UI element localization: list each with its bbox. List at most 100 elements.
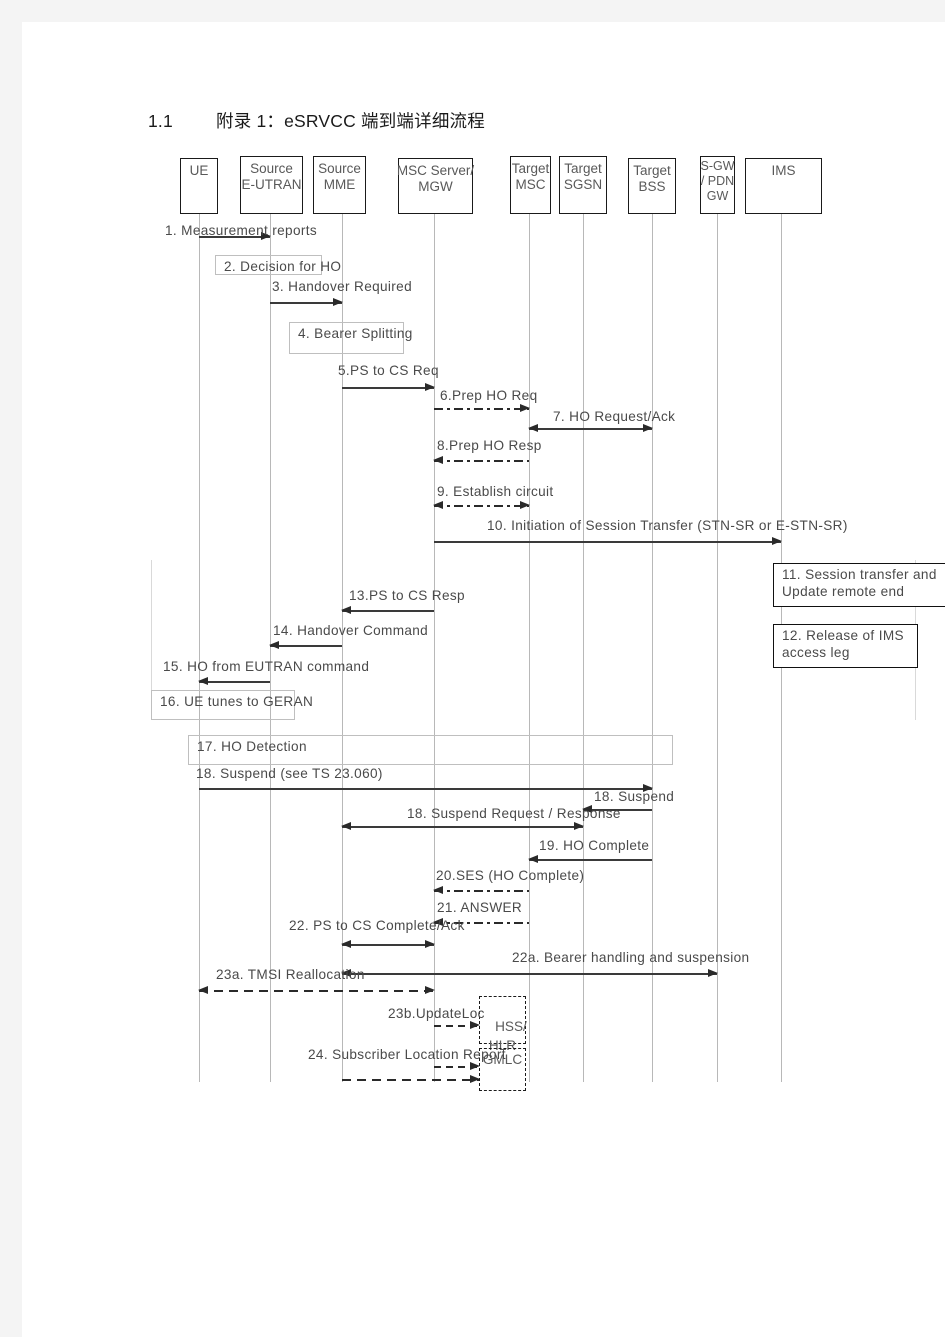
heading-title: 附录 1：eSRVCC 端到端详细流程	[216, 111, 485, 131]
message-label-5: 5.PS to CS Req	[338, 363, 439, 378]
message-label-22a: 22a. Bearer handling and suspension	[512, 950, 750, 965]
message-label-23a: 23a. TMSI Reallocation	[216, 967, 365, 982]
actor-source-eutran-label: Source E-UTRAN	[241, 161, 302, 192]
message-arrow-14	[269, 641, 342, 650]
message-label-7: 7. HO Request/Ack	[553, 409, 676, 424]
message-label-3: 3. Handover Required	[272, 279, 412, 294]
arrowhead-left-icon	[269, 641, 279, 649]
note-4: 4. Bearer Splitting	[289, 322, 412, 354]
message-arrow-7	[528, 424, 653, 433]
actor-msc-server-mgw-label: MSC Server/ MGW	[396, 163, 475, 194]
actor-ims[interactable]: IMS	[745, 158, 822, 214]
arrowhead-right-icon	[425, 940, 435, 948]
message-arrow-18a	[199, 784, 653, 793]
message-label-10: 10. Initiation of Session Transfer (STN-…	[487, 518, 848, 533]
message-label-18c: 18. Suspend Request / Response	[407, 806, 621, 821]
arrowhead-left-icon	[341, 606, 351, 614]
actor-source-mme-label: Source MME	[318, 161, 361, 192]
arrowhead-right-icon	[520, 404, 530, 412]
actor-target-msc[interactable]: Target MSC	[510, 156, 551, 214]
actor-source-mme[interactable]: Source MME	[313, 156, 366, 214]
note-17-label: 17. HO Detection	[197, 739, 307, 754]
message-arrow-24-lower	[342, 1075, 480, 1084]
arrowhead-right-icon	[708, 969, 718, 977]
document-page: 1.1 附录 1：eSRVCC 端到端详细流程 UE Source E-UTRAN…	[0, 0, 945, 1337]
diagram-canvas: 1.1 附录 1：eSRVCC 端到端详细流程 UE Source E-UTRAN…	[22, 22, 945, 1337]
actor-source-eutran[interactable]: Source E-UTRAN	[240, 156, 303, 214]
arrowhead-right-icon	[574, 822, 584, 830]
message-arrow-8	[433, 456, 529, 465]
arrowhead-left-icon	[528, 855, 538, 863]
arrowhead-left-icon	[433, 501, 443, 509]
message-label-24: 24. Subscriber Location Report	[308, 1047, 506, 1062]
arrowhead-right-icon	[425, 383, 435, 391]
actor-sgw-pdngw[interactable]: S-GW / PDN GW	[700, 156, 735, 214]
message-label-13: 13.PS to CS Resp	[349, 588, 465, 603]
actor-ue[interactable]: UE	[180, 158, 218, 214]
message-label-18b: 18. Suspend	[594, 789, 675, 804]
message-label-20: 20.SES (HO Complete)	[436, 868, 585, 883]
arrowhead-left-icon	[433, 456, 443, 464]
actor-target-sgsn[interactable]: Target SGSN	[559, 156, 607, 214]
note-12-label: 12. Release of IMS access leg	[782, 628, 904, 660]
note-4-label: 4. Bearer Splitting	[298, 326, 413, 341]
message-label-14: 14. Handover Command	[273, 623, 429, 638]
page-heading: 1.1 附录 1：eSRVCC 端到端详细流程	[148, 108, 485, 133]
message-arrow-19	[528, 855, 652, 864]
actor-target-bss-label: Target BSS	[633, 163, 671, 194]
actor-msc-server-mgw[interactable]: MSC Server/ MGW	[396, 158, 475, 214]
note-2-label: 2. Decision for HO	[224, 259, 342, 274]
actor-target-sgsn-label: Target SGSN	[563, 161, 603, 192]
message-label-18a: 18. Suspend (see TS 23.060)	[196, 766, 383, 781]
message-arrow-18c	[341, 822, 584, 831]
message-label-8: 8.Prep HO Resp	[437, 438, 542, 453]
message-label-6: 6.Prep HO Req	[440, 388, 538, 403]
message-arrow-5	[342, 383, 435, 392]
note-11-label: 11. Session transfer and Update remote e…	[782, 567, 937, 599]
message-arrow-24-upper	[434, 1062, 480, 1071]
message-arrow-23a	[198, 986, 435, 995]
message-label-23b: 23b.UpdateLoc	[388, 1006, 485, 1021]
message-label-21: 21. ANSWER	[437, 900, 523, 915]
arrowhead-right-icon	[520, 501, 530, 509]
message-label-1: 1. Measurement reports	[165, 223, 318, 238]
message-arrow-22	[341, 940, 435, 949]
arrowhead-left-icon	[341, 822, 351, 830]
arrowhead-left-icon	[528, 424, 538, 432]
message-arrow-3	[270, 298, 343, 307]
note-17: 17. HO Detection	[188, 735, 673, 765]
message-arrow-15	[198, 677, 270, 686]
message-arrow-20	[433, 886, 529, 895]
message-arrow-13	[341, 606, 434, 615]
arrowhead-right-icon	[772, 537, 782, 545]
arrowhead-right-icon	[425, 986, 435, 994]
message-arrow-10	[434, 537, 782, 546]
actor-ue-label: UE	[189, 163, 209, 178]
note-2: 2. Decision for HO	[215, 255, 341, 275]
message-label-19: 19. HO Complete	[539, 838, 650, 853]
message-arrow-22a	[341, 969, 718, 978]
node-hss-hlr[interactable]: HSS/ HLR	[479, 996, 527, 1053]
actor-sgw-pdngw-label: S-GW / PDN GW	[700, 159, 735, 203]
arrowhead-right-icon	[333, 298, 343, 306]
note-12: 12. Release of IMS access leg	[773, 624, 918, 668]
arrowhead-left-icon	[198, 677, 208, 685]
message-arrow-6	[434, 404, 530, 413]
arrowhead-left-icon	[433, 886, 443, 894]
actor-target-bss[interactable]: Target BSS	[628, 158, 676, 214]
note-16-label: 16. UE tunes to GERAN	[160, 694, 314, 709]
actor-target-msc-label: Target MSC	[511, 161, 550, 192]
message-arrow-9	[433, 501, 530, 510]
message-label-22: 22. PS to CS Complete/Ack	[289, 918, 465, 933]
note-11: 11. Session transfer and Update remote e…	[773, 563, 945, 607]
arrowhead-right-icon	[643, 424, 653, 432]
actor-ims-label: IMS	[771, 163, 796, 178]
message-label-9: 9. Establish circuit	[437, 484, 554, 499]
heading-number: 1.1	[148, 111, 173, 131]
lifeline-msc-server-mgw	[434, 214, 436, 1082]
message-label-15: 15. HO from EUTRAN command	[163, 659, 370, 674]
arrowhead-left-icon	[341, 940, 351, 948]
lifeline-ue	[199, 214, 201, 1082]
arrowhead-left-icon	[198, 986, 208, 994]
message-arrow-23b	[434, 1021, 480, 1030]
